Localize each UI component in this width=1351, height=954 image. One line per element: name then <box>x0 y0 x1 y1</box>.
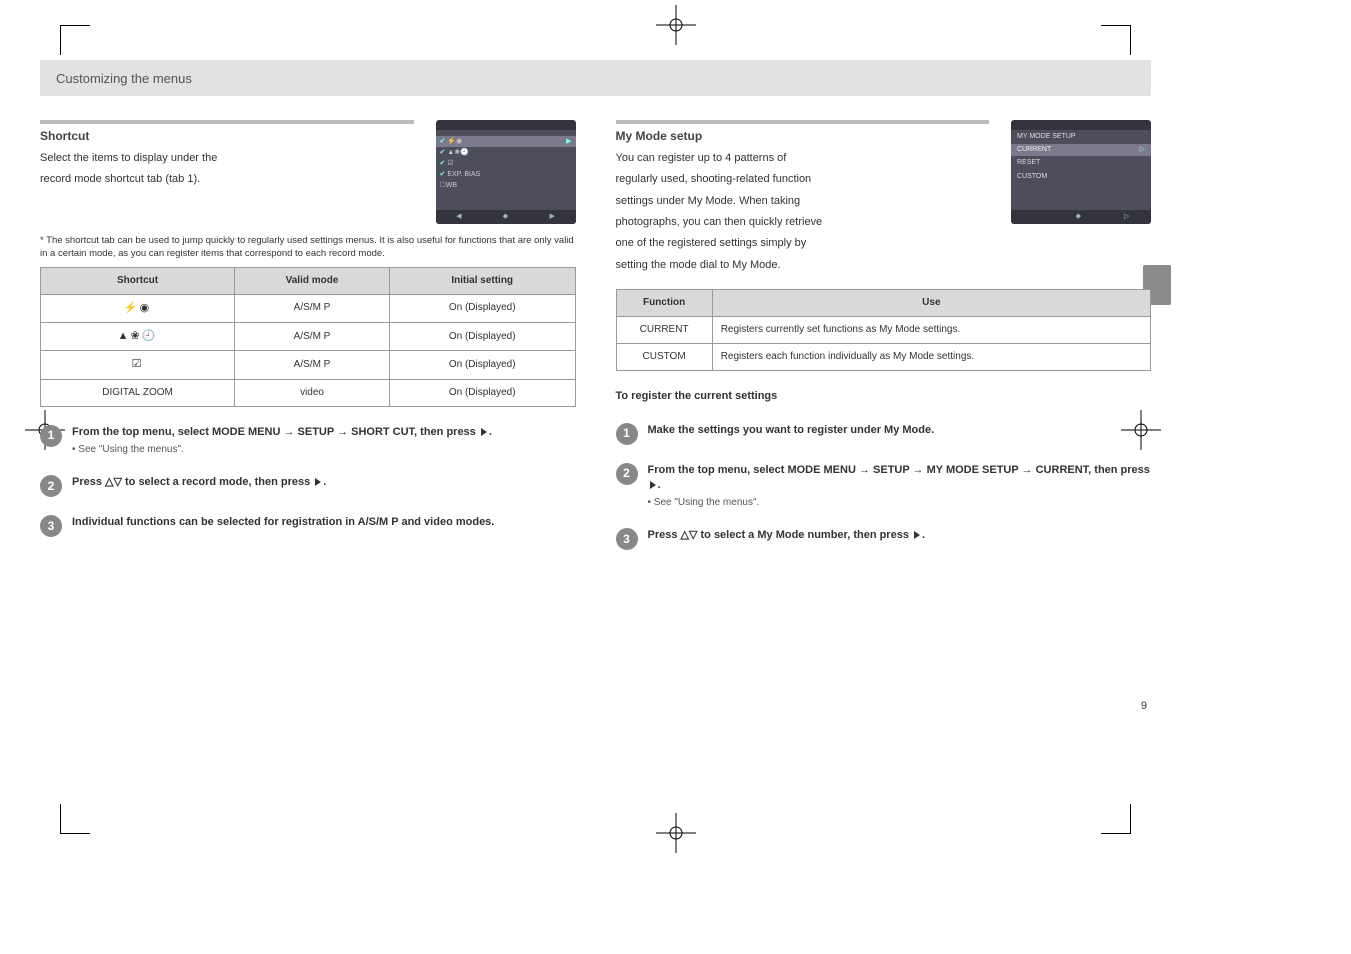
table-row: CURRENT Registers currently set function… <box>616 317 1151 344</box>
header-title: Customizing the menus <box>56 71 192 86</box>
col-mymode: My Mode setup You can register up to 4 p… <box>616 120 1152 914</box>
camera-menu-illustration: 1 2 ✔⚡◉▶ ✔▲❀🕘 ✔☑ ✔EXP. BIAS ☐WB ◀◆▶ <box>436 120 576 224</box>
step-title: Press △▽ to select a My Mode number, the… <box>648 528 1152 543</box>
menu-heading: MY MODE SETUP <box>1011 130 1151 144</box>
play-arrow-icon <box>650 481 656 489</box>
table-row: ☑ A/S/M P On (Displayed) <box>41 351 576 379</box>
registration-mark <box>656 5 696 50</box>
play-arrow-icon <box>481 428 487 436</box>
step-text: Individual functions can be selected for… <box>72 515 576 530</box>
step-number-1: 1 <box>616 423 638 445</box>
scene-macro-timer-icon: ▲❀🕘 <box>41 322 235 350</box>
step-title: Press △▽ to select a record mode, then p… <box>72 475 576 490</box>
step-number-3: 3 <box>616 528 638 550</box>
camera-menu-illustration: 1 2 MY MODE SETUP CURRENT▷ RESET CUSTOM … <box>1011 120 1151 224</box>
intro-line: photographs, you can then quickly retrie… <box>616 215 990 230</box>
step-desc: • See "Using the menus". <box>72 443 576 457</box>
step-title: From the top menu, select MODE MENU → SE… <box>648 463 1152 494</box>
flash-redeye-icon: ⚡◉ <box>41 294 235 322</box>
step-number-2: 2 <box>616 463 638 485</box>
mymode-table: Function Use CURRENT Registers currently… <box>616 289 1152 371</box>
intro-line: Select the items to display under the <box>40 151 414 166</box>
th-initial: Initial setting <box>389 267 575 294</box>
shortcut-table: Shortcut Valid mode Initial setting ⚡◉ A… <box>40 267 576 407</box>
intro-line: one of the registered settings simply by <box>616 236 990 251</box>
th-mode: Valid mode <box>235 267 390 294</box>
table-row: ⚡◉ A/S/M P On (Displayed) <box>41 294 576 322</box>
table-row: ▲❀🕘 A/S/M P On (Displayed) <box>41 322 576 350</box>
crop-mark <box>60 25 90 55</box>
step-title: Make the settings you want to register u… <box>648 423 1152 438</box>
intro-line: record mode shortcut tab (tab 1). <box>40 172 414 187</box>
col-shortcut: Shortcut Select the items to display und… <box>40 120 576 914</box>
intro-line: settings under My Mode. When taking <box>616 194 990 209</box>
intro-line: setting the mode dial to My Mode. <box>616 258 990 273</box>
th-shortcut: Shortcut <box>41 267 235 294</box>
intro-line: You can register up to 4 patterns of <box>616 151 990 166</box>
table-row: CUSTOM Registers each function individua… <box>616 344 1151 371</box>
digital-zoom-label: DIGITAL ZOOM <box>41 379 235 406</box>
footnote: * The shortcut tab can be used to jump q… <box>40 234 576 261</box>
th-function: Function <box>616 290 712 317</box>
step-desc: • See "Using the menus". <box>648 496 1152 510</box>
play-arrow-icon <box>914 531 920 539</box>
exp-bias-icon: ☑ <box>41 351 235 379</box>
section-title: My Mode setup <box>616 120 990 145</box>
play-arrow-icon <box>315 478 321 486</box>
page-header: Customizing the menus <box>40 60 1151 96</box>
step-number-2: 2 <box>40 475 62 497</box>
table-row: DIGITAL ZOOM video On (Displayed) <box>41 379 576 406</box>
section-title: Shortcut <box>40 120 414 145</box>
th-use: Use <box>712 290 1150 317</box>
step-number-1: 1 <box>40 425 62 447</box>
sub-heading: To register the current settings <box>616 389 1152 404</box>
page-number: 9 <box>1141 699 1147 714</box>
intro-line: regularly used, shooting-related functio… <box>616 172 990 187</box>
step-number-3: 3 <box>40 515 62 537</box>
crop-mark <box>1101 25 1131 55</box>
step-title: From the top menu, select MODE MENU → SE… <box>72 425 576 440</box>
